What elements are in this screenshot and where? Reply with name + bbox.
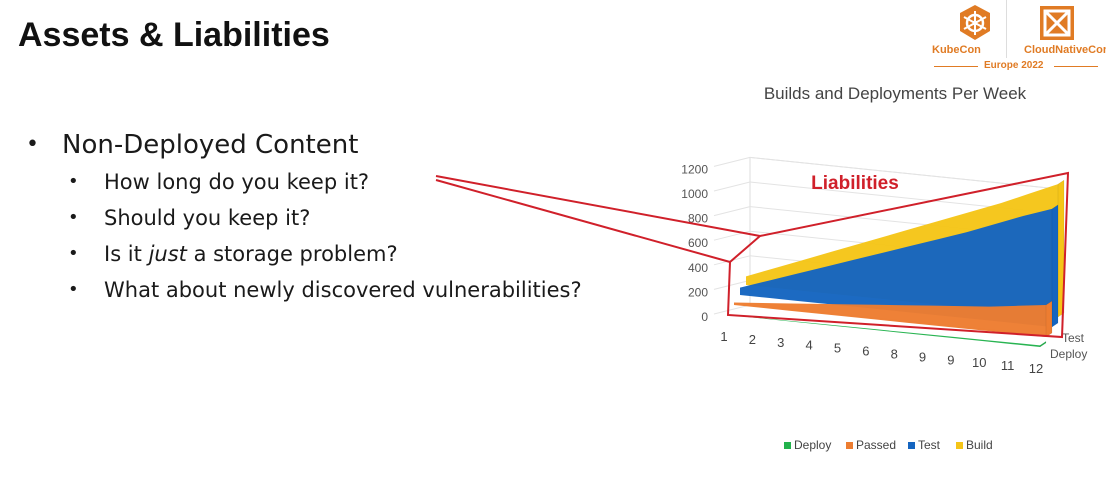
x-tick-label: 8 [891,346,898,361]
chart-gridline-side [713,304,751,315]
area-edge-passed [1045,300,1053,338]
x-tick-label: 6 [862,344,869,359]
legend-label-passed: Passed [856,438,896,452]
liabilities-label: Liabilities [811,173,899,194]
x-tick-label: 4 [805,338,812,353]
chart-gridline-side [713,156,751,167]
legend-swatch-passed [846,442,853,449]
x-tick-label: 2 [749,332,756,347]
chart-gridline-side [713,181,751,192]
y-tick-label: 1000 [681,187,708,201]
x-tick-label: 9 [919,349,926,364]
y-tick-label: 600 [688,236,708,250]
legend-label-deploy: Deploy [794,438,831,452]
depth-label: Deploy [1050,347,1087,361]
callout-line-upper [435,175,761,237]
x-tick-label: 10 [972,355,986,370]
x-tick-label: 5 [834,341,841,356]
y-tick-label: 1200 [681,162,708,176]
area-passed [734,302,1046,337]
area-edge-deploy [1039,340,1047,348]
x-tick-label: 9 [947,352,954,367]
builds-deployments-chart: Builds and Deployments Per Week 0 200 400 60… [435,84,1087,452]
x-tick-label: 3 [777,335,784,350]
legend-label-test: Test [918,438,941,452]
x-tick-label: 11 [1001,358,1015,373]
x-tick-label: 12 [1029,361,1043,376]
depth-label: Test [1062,331,1085,345]
legend-swatch-build [956,442,963,449]
x-tick-label: 1 [720,329,727,344]
area-edge-test [1051,204,1059,328]
legend-swatch-deploy [784,442,791,449]
y-tick-label: 0 [701,310,708,324]
legend-swatch-test [908,442,915,449]
y-tick-label: 200 [688,285,708,299]
chart-gridline-side [713,206,751,217]
chart-title: Builds and Deployments Per Week [764,84,1027,103]
y-tick-label: 400 [688,261,708,275]
legend-label-build: Build [966,438,993,452]
